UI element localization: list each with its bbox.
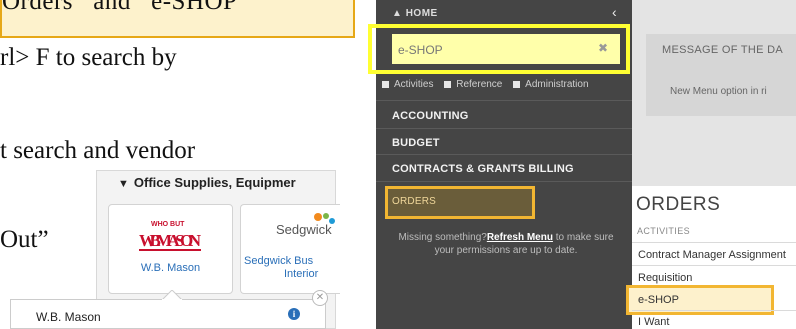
menu-item-orders[interactable]: ORDERS xyxy=(392,196,436,207)
category-header[interactable]: ▼ Office Supplies, Equipmer xyxy=(118,175,296,190)
callout-text: Orders and e-SHOP xyxy=(2,0,238,15)
missing-prefix: Missing something? xyxy=(398,232,487,243)
menu-item-contracts-grants-billing[interactable]: CONTRACTS & GRANTS BILLING xyxy=(392,163,574,175)
popup-caret xyxy=(162,290,182,301)
info-icon[interactable]: i xyxy=(288,308,300,320)
refresh-menu-note: Missing something?Refresh Menu to make s… xyxy=(390,231,622,257)
home-label: HOME xyxy=(405,8,438,19)
sedgwick-logo: Sedgwick xyxy=(276,213,335,237)
vendor-name-line-2: Interior xyxy=(284,268,319,280)
tab-reference[interactable]: Reference xyxy=(456,79,502,90)
checkbox-icon[interactable] xyxy=(444,80,452,88)
orders-eshop-callout: Orders and e-SHOP xyxy=(0,0,355,38)
slide-text-line-1: rl> F to search by xyxy=(0,44,177,71)
refresh-menu-link[interactable]: Refresh Menu xyxy=(487,232,553,243)
menu-divider xyxy=(376,154,632,155)
checkbox-icon[interactable] xyxy=(382,80,389,88)
collapse-chevron-icon[interactable]: ‹ xyxy=(612,4,617,20)
activity-eshop[interactable]: e-SHOP xyxy=(638,294,679,306)
vendor-name[interactable]: W.B. Mason xyxy=(108,262,233,275)
activity-i-want[interactable]: I Want xyxy=(638,316,669,328)
activities-label: ACTIVITIES xyxy=(637,226,691,236)
home-icon: ▲ xyxy=(392,8,403,19)
menu-item-accounting[interactable]: ACCOUNTING xyxy=(392,110,469,122)
close-icon[interactable]: ✕ xyxy=(312,290,328,306)
motd-title: MESSAGE OF THE DA xyxy=(662,44,784,56)
sedgwick-wordmark: Sedgwick xyxy=(276,222,332,237)
home-link[interactable]: ▲ HOME xyxy=(392,8,438,19)
activity-requisition[interactable]: Requisition xyxy=(638,272,692,284)
menu-divider xyxy=(376,128,632,129)
orders-panel-title: ORDERS xyxy=(636,194,721,215)
search-highlight-box xyxy=(368,24,630,74)
menu-item-budget[interactable]: BUDGET xyxy=(392,137,440,149)
slide-text-line-3: Out” xyxy=(0,226,49,253)
vendor-name[interactable]: Sedgwick Bus Interior xyxy=(244,255,344,281)
list-divider xyxy=(632,242,796,243)
slide-text-line-2: t search and vendor xyxy=(0,137,196,164)
tab-activities[interactable]: Activities xyxy=(394,79,433,90)
list-divider xyxy=(632,265,796,266)
popup-vendor-label: W.B. Mason xyxy=(36,310,101,324)
vendor-name-line-1: Sedgwick Bus xyxy=(244,255,314,267)
menu-divider xyxy=(376,181,632,182)
chevron-down-icon: ▼ xyxy=(118,178,129,190)
logo-wordmark: W.B.MASON xyxy=(139,231,202,250)
activity-contract-manager-assignment[interactable]: Contract Manager Assignment xyxy=(638,249,786,261)
logo-tagline: WHO BUT xyxy=(151,221,185,228)
list-divider xyxy=(632,310,796,311)
checkbox-icon[interactable] xyxy=(513,80,521,88)
view-tabs: Activities Reference Administration xyxy=(382,79,589,90)
category-title: Office Supplies, Equipmer xyxy=(133,175,296,190)
tab-administration[interactable]: Administration xyxy=(525,79,588,90)
wb-mason-logo: WHO BUT W.B.MASON xyxy=(139,221,202,251)
motd-body: New Menu option in ri xyxy=(670,86,767,97)
menu-divider xyxy=(376,100,632,101)
